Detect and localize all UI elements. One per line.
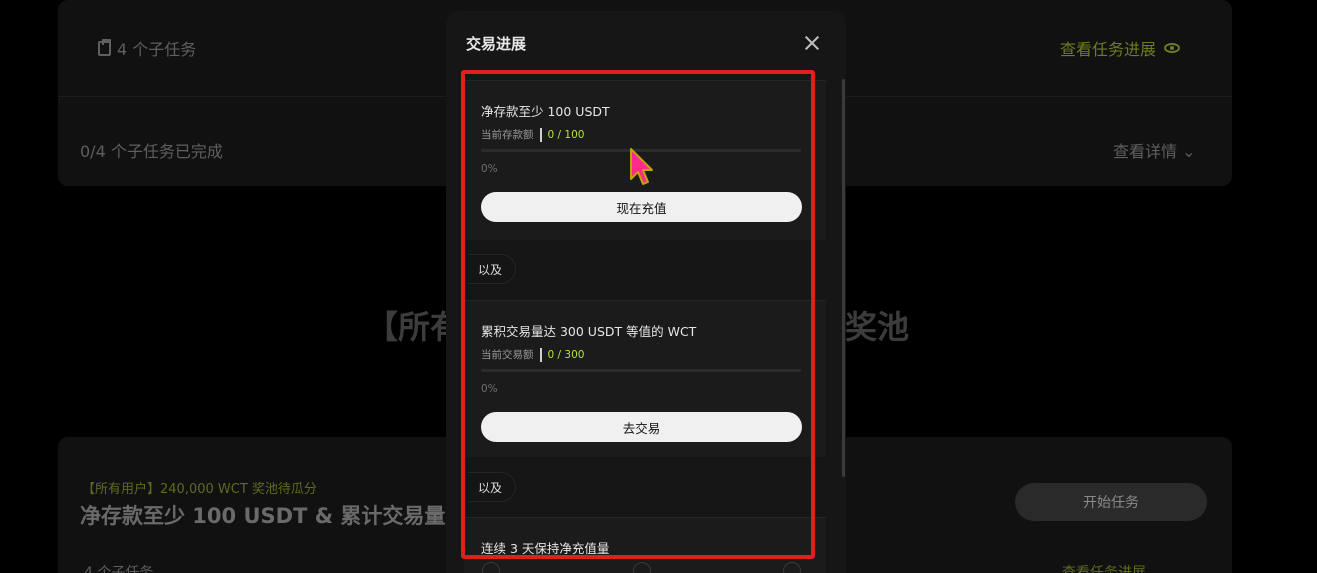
go-trade-button[interactable]: 去交易 bbox=[481, 412, 802, 442]
subtask-title: 净存款至少 100 USDT bbox=[481, 104, 610, 119]
and-connector: 以及 bbox=[468, 254, 516, 284]
metric-label: 当前交易额 bbox=[481, 349, 534, 361]
subtask-title: 连续 3 天保持净充值量 bbox=[481, 541, 610, 556]
clipboard-icon bbox=[98, 38, 111, 56]
metric-label: 当前存款额 bbox=[481, 129, 534, 141]
view-details-link[interactable]: 查看详情 ⌄ bbox=[1113, 138, 1196, 162]
day-indicators bbox=[476, 562, 801, 573]
subtasks-count-label: 4 个子任务 bbox=[117, 40, 197, 59]
deposit-now-button[interactable]: 现在充值 bbox=[481, 192, 802, 222]
progress-percent: 0% bbox=[481, 163, 498, 175]
metric-value: 0 / 100 bbox=[547, 128, 585, 141]
subtask-title: 累积交易量达 300 USDT 等值的 WCT bbox=[481, 324, 697, 339]
day-circle-icon bbox=[783, 562, 801, 573]
campaign-tag: 【所有用户】240,000 WCT 奖池待瓜分 bbox=[82, 482, 317, 497]
scrollbar[interactable] bbox=[842, 79, 845, 477]
start-task-button[interactable]: 开始任务 bbox=[1015, 483, 1207, 521]
progress-bar bbox=[481, 149, 801, 152]
metric-value: 0 / 300 bbox=[547, 348, 585, 361]
subtask-card-trade: 累积交易量达 300 USDT 等值的 WCT 当前交易额 0 / 300 0%… bbox=[464, 300, 826, 457]
bottom-subtasks-count: 4 个子任务 bbox=[84, 565, 154, 573]
metric-divider bbox=[539, 127, 542, 142]
and-connector: 以及 bbox=[468, 472, 516, 502]
metric-divider bbox=[539, 347, 542, 362]
trade-progress-modal: 交易进展 净存款至少 100 USDT 当前存款额 0 / 100 0% 现在充… bbox=[446, 11, 846, 573]
day-circle-icon bbox=[482, 562, 500, 573]
subtask-card-deposit: 净存款至少 100 USDT 当前存款额 0 / 100 0% 现在充值 bbox=[464, 80, 826, 240]
close-icon[interactable] bbox=[802, 33, 822, 53]
screen: 4 个子任务 查看任务进展 0/4 个子任务已完成 查看详情 ⌄ 【所有 T 奖… bbox=[0, 0, 1317, 573]
completed-status: 0/4 个子任务已完成 bbox=[80, 142, 223, 161]
view-progress-link[interactable]: 查看任务进展 bbox=[1060, 36, 1181, 60]
campaign-title: 净存款至少 100 USDT & 累计交易量 bbox=[80, 504, 446, 528]
bottom-view-progress-link[interactable]: 查看任务进展 bbox=[1062, 562, 1146, 573]
day-circle-icon bbox=[633, 562, 651, 573]
progress-bar bbox=[481, 369, 801, 372]
eye-icon bbox=[1164, 43, 1181, 53]
view-progress-label: 查看任务进展 bbox=[1060, 40, 1157, 59]
subtasks-count: 4 个子任务 bbox=[98, 36, 196, 60]
deposit-metric: 当前存款额 0 / 100 bbox=[481, 127, 584, 142]
modal-title: 交易进展 bbox=[466, 35, 527, 53]
trade-metric: 当前交易额 0 / 300 bbox=[481, 347, 584, 362]
progress-percent: 0% bbox=[481, 383, 498, 395]
